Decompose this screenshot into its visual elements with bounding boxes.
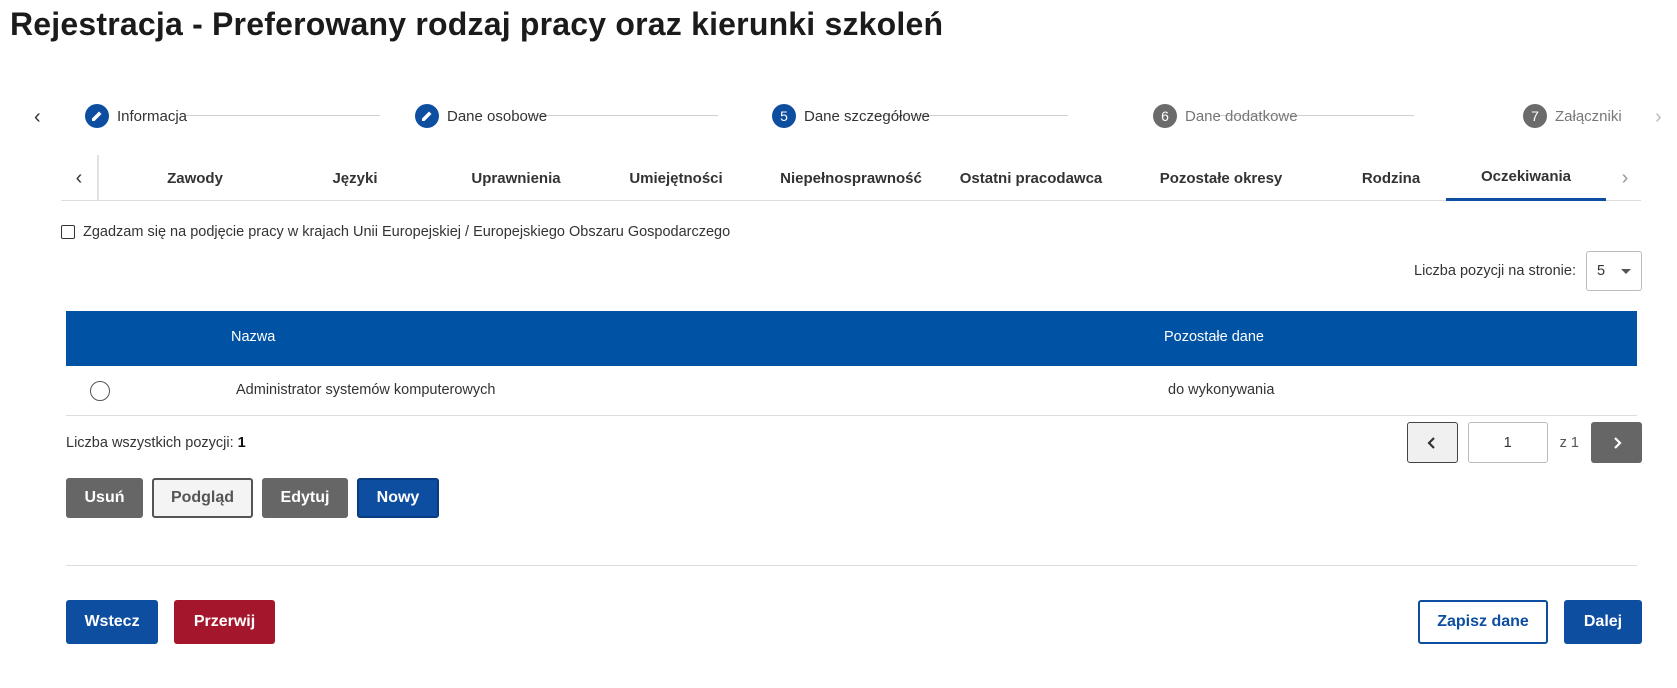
step-connector (528, 115, 718, 116)
new-button[interactable]: Nowy (357, 478, 439, 518)
back-button[interactable]: Wstecz (66, 600, 158, 644)
total-count-label: Liczba wszystkich pozycji: (66, 435, 234, 451)
save-button[interactable]: Zapisz dane (1418, 600, 1548, 644)
tab-ostatni-pracodawca[interactable]: Ostatni pracodawca (941, 155, 1121, 201)
tab-uprawnienia[interactable]: Uprawnienia (436, 155, 596, 201)
total-count: Liczba wszystkich pozycji: 1 (66, 435, 246, 451)
tab-zawody[interactable]: Zawody (125, 155, 265, 201)
step-informacja[interactable]: Informacja (85, 103, 187, 129)
tab-jezyki[interactable]: Języki (285, 155, 425, 201)
page-size-control: Liczba pozycji na stronie: 5 (1414, 251, 1642, 291)
step-zalaczniki[interactable]: 7 Załączniki (1523, 103, 1622, 129)
edit-button[interactable]: Edytuj (262, 478, 348, 518)
pencil-icon (85, 104, 109, 128)
page-number-input[interactable]: 1 (1467, 422, 1548, 463)
stepper-prev-icon[interactable]: ‹ (34, 106, 41, 129)
step-label: Dane dodatkowe (1185, 107, 1298, 125)
tabs-prev-icon[interactable]: ‹ (61, 155, 99, 201)
column-header-other[interactable]: Pozostałe dane (1164, 329, 1264, 345)
column-header-name[interactable]: Nazwa (231, 329, 275, 345)
step-dane-osobowe[interactable]: Dane osobowe (415, 103, 547, 129)
row-actions: Usuń Podgląd Edytuj Nowy (66, 478, 448, 518)
step-connector (186, 115, 380, 116)
step-dane-dodatkowe[interactable]: 6 Dane dodatkowe (1153, 103, 1298, 129)
cell-name: Administrator systemów komputerowych (236, 382, 496, 398)
page-size-label: Liczba pozycji na stronie: (1414, 263, 1576, 279)
tab-bar: ‹ Zawody Języki Uprawnienia Umiejętności… (61, 155, 1641, 201)
step-label: Dane osobowe (447, 107, 548, 125)
cell-other: do wykonywania (1168, 382, 1275, 398)
step-number: 6 (1153, 104, 1177, 128)
table-header: Nazwa Pozostałe dane (66, 311, 1637, 366)
row-select-radio[interactable] (90, 381, 110, 401)
section-divider (66, 565, 1637, 566)
consent-checkbox[interactable] (61, 225, 75, 239)
tab-oczekiwania[interactable]: Oczekiwania (1446, 155, 1606, 201)
chevron-left-icon (1427, 436, 1435, 449)
expectations-table: Nazwa Pozostałe dane Administrator syste… (66, 311, 1637, 416)
total-count-value: 1 (237, 435, 246, 451)
step-dane-szczegolowe[interactable]: 5 Dane szczegółowe (772, 103, 930, 129)
chevron-right-icon (1613, 436, 1622, 449)
pencil-icon (415, 104, 439, 128)
delete-button[interactable]: Usuń (66, 478, 143, 518)
page-size-value: 5 (1597, 263, 1606, 279)
prev-page-button[interactable] (1406, 422, 1458, 463)
caret-down-icon (1621, 268, 1631, 274)
consent-label: Zgadzam się na podjęcie pracy w krajach … (83, 224, 731, 240)
next-button[interactable]: Dalej (1564, 600, 1642, 644)
page-title: Rejestracja - Preferowany rodzaj pracy o… (10, 6, 944, 42)
stepper-next-icon[interactable]: › (1655, 106, 1662, 129)
step-label: Dane szczegółowe (804, 107, 930, 125)
step-number: 5 (772, 104, 796, 128)
eu-work-consent[interactable]: Zgadzam się na podjęcie pracy w krajach … (61, 224, 730, 240)
pagination: 1 z 1 (1406, 422, 1642, 463)
page-of-label: z 1 (1559, 434, 1579, 451)
page-size-select[interactable]: 5 (1586, 251, 1642, 291)
step-label: Załączniki (1555, 107, 1622, 125)
tab-pozostale-okresy[interactable]: Pozostałe okresy (1136, 155, 1306, 201)
table-row[interactable]: Administrator systemów komputerowych do … (66, 366, 1637, 416)
tabs-next-icon[interactable]: › (1606, 155, 1644, 201)
step-label: Informacja (117, 107, 188, 125)
tab-niepelnosprawnosc[interactable]: Niepełnosprawność (761, 155, 941, 201)
wizard-stepper: ‹ Informacja Dane osobowe 5 Dane szczegó… (0, 98, 1677, 134)
next-page-button[interactable] (1591, 422, 1642, 463)
abort-button[interactable]: Przerwij (174, 600, 275, 644)
preview-button[interactable]: Podgląd (152, 478, 253, 518)
tab-umiejetnosci[interactable]: Umiejętności (596, 155, 756, 201)
step-number: 7 (1523, 104, 1547, 128)
